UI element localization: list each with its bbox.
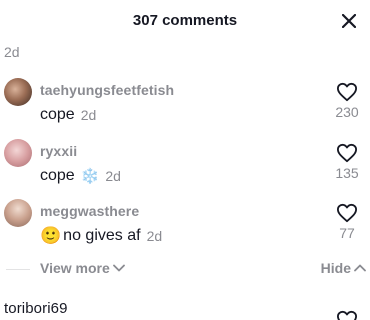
like-button[interactable]: 77	[330, 203, 364, 241]
comment-body: cope	[40, 167, 75, 184]
chevron-down-icon	[112, 264, 125, 272]
previous-comment-time: 2d	[4, 44, 20, 60]
snowflake-icon: ❄️	[80, 168, 100, 185]
heart-icon	[336, 203, 357, 223]
comment-body: cope	[40, 106, 75, 123]
comments-header-title: 307 comments	[132, 12, 238, 29]
divider	[6, 269, 30, 270]
like-button[interactable]: 135	[330, 143, 364, 181]
heart-icon	[337, 310, 357, 320]
view-more-button[interactable]: View more	[40, 260, 125, 276]
comment-text: cope 2d	[40, 106, 96, 124]
comment-item: ryxxii cope ❄️ 2d 135	[0, 137, 370, 193]
comment-username[interactable]: ryxxii	[40, 143, 77, 159]
comment-username[interactable]: toribori69	[4, 300, 68, 317]
like-button[interactable]	[330, 310, 364, 320]
heart-icon	[336, 82, 357, 102]
comment-username[interactable]: taehyungsfeetfetish	[40, 82, 174, 98]
view-more-label: View more	[40, 260, 110, 276]
like-count: 230	[335, 104, 359, 120]
comment-text: 🙂 no gives af 2d	[40, 226, 162, 246]
like-count: 77	[339, 225, 355, 241]
avatar[interactable]	[4, 139, 32, 167]
comment-username[interactable]: meggwasthere	[40, 203, 139, 219]
hide-label: Hide	[320, 260, 351, 276]
replies-controls: View more Hide	[0, 258, 370, 280]
smile-icon: 🙂	[40, 226, 62, 245]
comment-time: 2d	[80, 107, 97, 123]
comment-time: 2d	[146, 228, 163, 244]
like-button[interactable]: 230	[330, 82, 364, 120]
hide-button[interactable]: Hide	[321, 260, 366, 276]
comment-time: 2d	[105, 168, 121, 184]
like-count: 135	[335, 165, 359, 181]
close-button[interactable]	[338, 10, 360, 32]
chevron-up-icon	[354, 264, 366, 272]
comment-text: cope ❄️ 2d	[40, 167, 121, 185]
comment-item: toribori69	[0, 296, 370, 320]
avatar[interactable]	[4, 78, 32, 106]
close-icon	[342, 14, 356, 28]
comment-item: meggwasthere 🙂 no gives af 2d 77	[0, 197, 370, 253]
comment-body: no gives af	[63, 227, 141, 244]
avatar[interactable]	[4, 199, 32, 227]
comment-item: taehyungsfeetfetish cope 2d 230	[0, 76, 370, 132]
heart-icon	[336, 143, 357, 163]
